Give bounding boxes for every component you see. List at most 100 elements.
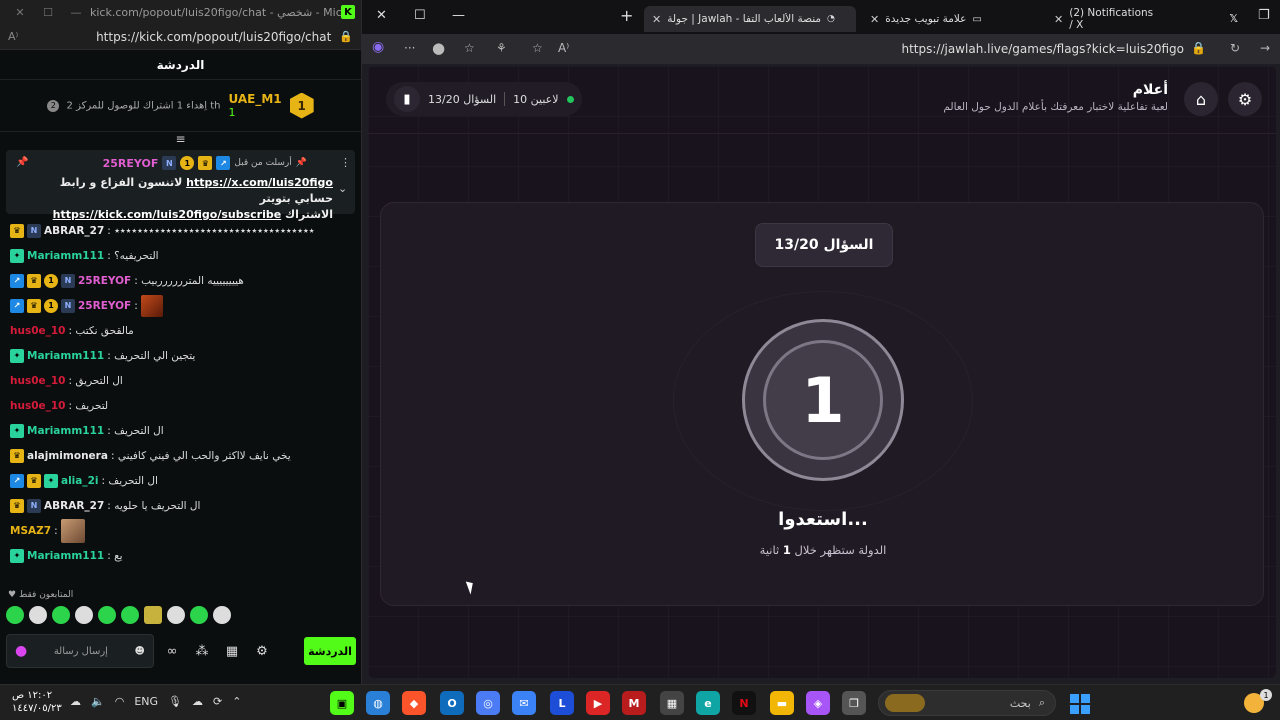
refresh-icon[interactable]: ↻ [1230,41,1240,55]
chat-username[interactable]: Mariamm111 [27,425,104,437]
globe-app-icon[interactable]: ◍ [366,691,390,715]
close-icon[interactable]: ✕ [376,8,387,23]
chat-username[interactable]: hus0e_10 [10,325,66,337]
language-indicator[interactable]: ENG [134,695,158,708]
leader-user[interactable]: UAE_M1 1 [229,92,282,119]
copilot-icon[interactable]: ◉ [372,39,384,55]
lock-icon[interactable]: 🔒 [339,30,353,43]
chat-username[interactable]: MSAZ7 [10,525,51,537]
emote-icon[interactable] [75,606,93,624]
sync-icon[interactable]: ⟳ [213,695,222,708]
pinned-username[interactable]: 25REYOF [103,157,159,170]
store-icon[interactable]: ▦ [220,644,244,659]
file-explorer-icon[interactable]: ▬ [770,691,794,715]
chat-username[interactable]: hus0e_10 [10,400,66,412]
emote-icon[interactable] [144,606,162,624]
emote-icon[interactable] [98,606,116,624]
chat-username[interactable]: Mariamm111 [27,350,104,362]
youtube-icon[interactable]: ▶ [586,691,610,715]
profile-icon[interactable]: ● [432,39,445,57]
chevron-down-icon[interactable]: ⌄ [338,182,347,195]
close-icon[interactable]: ✕ [6,6,34,19]
settings-gear-icon[interactable]: ⚙ [250,644,274,659]
chat-username[interactable]: Mariamm111 [27,550,104,562]
favorites-icon[interactable]: ☆ [464,41,475,55]
pinned-link-subscribe[interactable]: https://kick.com/luis20figo/subscribe [53,208,282,221]
leader-username[interactable]: UAE_M1 [229,92,282,106]
minimize-icon[interactable]: — [452,8,465,23]
chrome-icon[interactable]: ◎ [476,691,500,715]
minimize-icon[interactable]: — [62,6,90,19]
chevron-up-icon[interactable]: ⌃ [232,695,241,708]
chat-bubble-icon[interactable]: ▮ [394,86,420,112]
edge-icon[interactable]: e [696,691,720,715]
chat-username[interactable]: ABRAR_27 [44,500,104,512]
maximize-icon[interactable]: ☐ [34,6,62,19]
extensions-icon[interactable]: ⚘ [496,41,507,55]
volume-icon[interactable]: 🔈 [91,695,105,708]
pinned-link-x[interactable]: https://x.com/luis20figo [186,176,333,189]
tab-actions-icon[interactable]: ❐ [1258,8,1270,23]
tab-new-tab[interactable]: ✕ علامة تبويب جديدة ▭ [862,6,1042,32]
close-tab-icon[interactable]: ✕ [652,13,661,26]
l-app-icon[interactable]: L [550,691,574,715]
onedrive-icon[interactable]: ☁ [192,695,203,708]
store-icon[interactable]: ▦ [660,691,684,715]
chat-username[interactable]: ABRAR_27 [44,225,104,237]
emote-icon[interactable] [29,606,47,624]
read-aloud-icon[interactable]: A⁾ [558,41,569,55]
new-tab-icon[interactable]: + [620,6,633,25]
taskbar-search[interactable]: بحث ⌕ [878,690,1056,716]
chat-message-input[interactable]: ● إرسال رسالة ☻ [6,634,154,668]
tab-notifications-x[interactable]: ✕ (2) Notifications / X 𝕏 [1046,6,1246,32]
close-tab-icon[interactable]: ✕ [1054,13,1063,26]
kick-app-icon[interactable]: ▣ [330,691,354,715]
task-view-icon[interactable]: ❐ [842,691,866,715]
cloud-icon[interactable]: ☁ [70,695,81,708]
netflix-icon[interactable]: N [732,691,756,715]
brave-icon[interactable]: ◆ [402,691,426,715]
chat-username[interactable]: alajmimonera [27,450,108,462]
emoji-icon[interactable]: ☻ [135,646,145,657]
notification-badge-icon[interactable]: 1 [1260,689,1272,701]
mic-icon[interactable]: ● [15,643,27,659]
emote-icon[interactable] [190,606,208,624]
share-icon[interactable]: ⁂ [190,644,214,659]
tab-jawlah[interactable]: ✕ جولة | Jawlah - منصة الألعاب التفا ◔ [644,6,856,32]
chat-username[interactable]: 25REYOF [78,275,131,287]
windows-start-icon[interactable] [1070,694,1090,714]
emote-icon[interactable] [167,606,185,624]
pin-icon[interactable]: 📌 [16,157,28,168]
outlook-icon[interactable]: O [440,691,464,715]
expand-chevron-icon[interactable]: ≡ [0,132,361,150]
emote-icon[interactable] [6,606,24,624]
maximize-icon[interactable]: ☐ [414,8,426,23]
lock-icon[interactable]: 🔒 [1191,41,1206,55]
more-icon[interactable]: ··· [404,41,415,55]
send-chat-button[interactable]: الدردشة [304,637,356,665]
mcafee-icon[interactable]: M [622,691,646,715]
forward-icon[interactable]: → [1260,41,1270,55]
emote-icon[interactable] [121,606,139,624]
home-icon[interactable]: ⌂ [1184,82,1218,116]
emote-icon[interactable] [213,606,231,624]
mail-icon[interactable]: ✉ [512,691,536,715]
microphone-icon[interactable]: 🎙 [168,695,182,708]
chat-username[interactable]: alia_2i [61,475,99,487]
left-address-bar[interactable]: A⁾ https://kick.com/popout/luis20figo/ch… [0,24,361,50]
settings-gear-icon[interactable]: ⚙ [1228,82,1262,116]
emote-icon[interactable] [52,606,70,624]
left-url[interactable]: https://kick.com/popout/luis20figo/chat [18,30,339,44]
copilot-app-icon[interactable]: ◈ [806,691,830,715]
chat-username[interactable]: 25REYOF [78,300,131,312]
more-options-icon[interactable]: ⋮ [340,156,351,169]
right-url[interactable]: https://jawlah.live/games/flags?kick=lui… [901,42,1184,56]
chat-username[interactable]: Mariamm111 [27,250,104,262]
close-tab-icon[interactable]: ✕ [870,13,879,26]
chat-username[interactable]: hus0e_10 [10,375,66,387]
infinity-icon[interactable]: ∞ [160,644,184,659]
read-aloud-icon[interactable]: A⁾ [8,30,18,43]
add-favorite-icon[interactable]: ☆ [532,41,543,55]
wifi-icon[interactable]: ◠ [115,695,125,708]
clock[interactable]: ١٢:٠٢ ص ١٤٤٧/٠٥/٢٣ [12,689,62,715]
